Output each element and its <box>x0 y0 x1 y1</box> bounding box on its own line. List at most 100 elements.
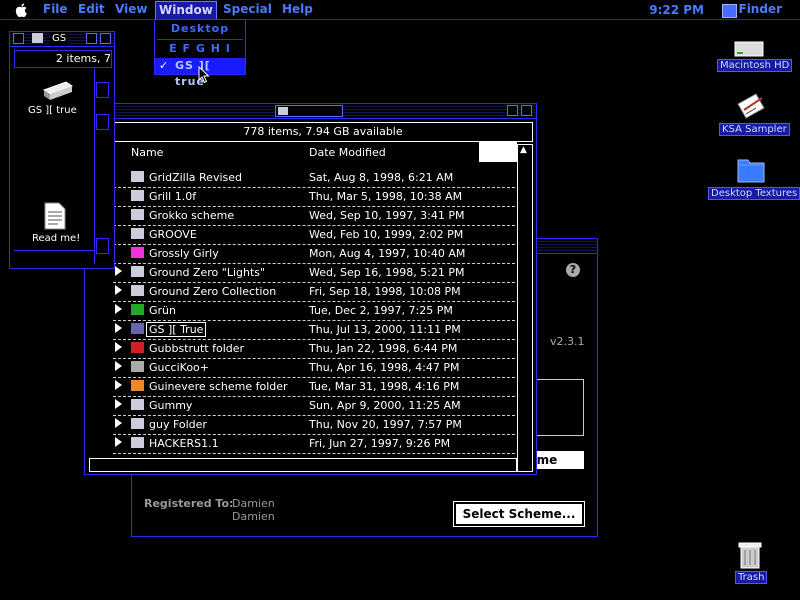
file-name[interactable]: GucciKoo+ <box>149 361 209 374</box>
window-titlebar[interactable]: GS <box>10 32 114 47</box>
help-icon[interactable]: ? <box>566 263 580 277</box>
file-name[interactable]: Guinevere scheme folder <box>149 380 288 393</box>
vertical-scrollbar[interactable]: ▲ <box>517 144 533 472</box>
menu-special[interactable]: Special <box>223 2 272 16</box>
file-list-row[interactable]: Gubbstrutt folder Thu, Jan 22, 1998, 6:44… <box>113 339 515 359</box>
scroll-up-arrow-icon[interactable]: ▲ <box>520 145 527 155</box>
file-list-row[interactable]: Ground Zero Collection Fri, Sep 18, 1998,… <box>113 282 515 302</box>
menu-window[interactable]: Window <box>155 1 217 20</box>
folder-icon[interactable] <box>131 247 144 258</box>
file-list-row[interactable]: Grossly Girly Mon, Aug 4, 1997, 10:40 AM <box>113 244 515 264</box>
file-name[interactable]: Grün <box>149 304 176 317</box>
desktop-icon-desktop-textures[interactable]: Desktop Textures <box>708 187 800 200</box>
desktop-icon-macintosh-hd[interactable]: Macintosh HD <box>717 59 793 72</box>
file-list-row[interactable]: Guinevere scheme folder Tue, Mar 31, 1998… <box>113 377 515 397</box>
file-name[interactable]: Ground Zero Collection <box>149 285 276 298</box>
trash-icon[interactable] <box>735 538 765 570</box>
scroll-thumb[interactable] <box>96 82 109 98</box>
folder-icon[interactable] <box>131 380 144 391</box>
window-titlebar[interactable] <box>85 104 536 119</box>
menu-clock[interactable]: 9:22 PM <box>649 3 704 17</box>
disclosure-triangle-icon[interactable] <box>115 418 122 428</box>
file-list-row[interactable]: GucciKoo+ Thu, Apr 16, 1998, 4:47 PM <box>113 358 515 378</box>
file-list-row[interactable]: Grokko scheme Wed, Sep 10, 1997, 3:41 PM <box>113 206 515 226</box>
close-box[interactable] <box>13 33 24 44</box>
select-scheme-button[interactable]: Select Scheme... <box>453 501 585 527</box>
file-list-row[interactable]: HACKERS1.1 Fri, Jun 27, 1997, 9:26 PM <box>113 434 515 454</box>
disclosure-triangle-icon[interactable] <box>115 285 122 295</box>
application-menu[interactable]: Finder <box>739 2 783 16</box>
horizontal-scrollbar[interactable] <box>14 250 94 265</box>
scroll-up-button[interactable] <box>96 114 109 130</box>
disclosure-triangle-icon[interactable] <box>115 266 122 276</box>
hard-drive-icon[interactable] <box>733 40 765 60</box>
icon-label[interactable]: GS ][ true <box>28 105 77 116</box>
file-name[interactable]: Grokko scheme <box>149 209 234 222</box>
file-list-row[interactable]: Gummy Sun, Apr 9, 2000, 11:25 AM <box>113 396 515 416</box>
file-name[interactable]: HACKERS1.1 <box>149 437 219 450</box>
folder-icon[interactable] <box>131 361 144 372</box>
sort-direction-button[interactable] <box>479 142 517 162</box>
disclosure-triangle-icon[interactable] <box>115 304 122 314</box>
folder-icon[interactable] <box>131 228 144 239</box>
desktop-icon-ksa-sampler[interactable]: KSA Sampler <box>719 123 790 136</box>
file-name[interactable]: GS ][ True <box>145 322 207 337</box>
folder-icon[interactable] <box>736 154 766 184</box>
menu-item-efghi[interactable]: E F G H I <box>155 41 245 57</box>
file-list-row[interactable]: GS ][ True Thu, Jul 13, 2000, 11:11 PM <box>113 320 515 340</box>
file-name[interactable]: GridZilla Revised <box>149 171 242 184</box>
zoom-box[interactable] <box>521 105 532 116</box>
menu-view[interactable]: View <box>115 2 147 16</box>
folder-icon[interactable] <box>131 399 144 410</box>
icon-label[interactable]: Read me! <box>32 233 80 244</box>
menu-help[interactable]: Help <box>282 2 313 16</box>
folder-icon[interactable] <box>131 342 144 353</box>
file-list-row[interactable]: guy Folder Thu, Nov 20, 1997, 7:57 PM <box>113 415 515 435</box>
apple-menu-icon[interactable] <box>14 2 30 18</box>
file-name[interactable]: Gubbstrutt folder <box>149 342 244 355</box>
disclosure-triangle-icon[interactable] <box>115 361 122 371</box>
desktop-icon-trash[interactable]: Trash <box>735 571 768 584</box>
menu-edit[interactable]: Edit <box>78 2 105 16</box>
zoom-box[interactable] <box>86 33 97 44</box>
folder-icon[interactable] <box>131 285 144 296</box>
column-name[interactable]: Name <box>131 146 163 159</box>
document-icon[interactable] <box>44 202 66 230</box>
disclosure-triangle-icon[interactable] <box>115 437 122 447</box>
disclosure-triangle-icon[interactable] <box>115 342 122 352</box>
menu-item-desktop[interactable]: Desktop <box>155 21 245 37</box>
file-name[interactable]: Grossly Girly <box>149 247 219 260</box>
file-name[interactable]: Ground Zero "Lights" <box>149 266 265 279</box>
menu-file[interactable]: File <box>43 2 68 16</box>
file-list-row[interactable]: GROOVE Wed, Feb 10, 1999, 2:02 PM <box>113 225 515 245</box>
file-list-row[interactable]: Ground Zero "Lights" Wed, Sep 16, 1998, 5… <box>113 263 515 283</box>
disclosure-triangle-icon[interactable] <box>115 323 122 333</box>
folder-icon[interactable] <box>131 209 144 220</box>
column-date-modified[interactable]: Date Modified <box>309 146 386 159</box>
folder-icon[interactable] <box>131 190 144 201</box>
file-name[interactable]: Gummy <box>149 399 192 412</box>
vertical-scrollbar[interactable] <box>94 68 109 264</box>
folder-icon[interactable] <box>131 304 144 315</box>
disclosure-triangle-icon[interactable] <box>115 380 122 390</box>
folder-icon[interactable] <box>131 437 144 448</box>
file-list-row[interactable]: GridZilla Revised Sat, Aug 8, 1998, 6:21 … <box>113 168 515 188</box>
folder-icon[interactable] <box>131 171 144 182</box>
file-name[interactable]: guy Folder <box>149 418 207 431</box>
folder-icon[interactable] <box>131 418 144 429</box>
disclosure-triangle-icon[interactable] <box>115 399 122 409</box>
folder-icon[interactable] <box>131 266 144 277</box>
file-name[interactable]: GROOVE <box>149 228 197 241</box>
gs-folder-window[interactable]: GS 2 items, 7 GS ][ true Read me! <box>9 31 115 269</box>
scroll-down-button[interactable] <box>96 238 109 254</box>
horizontal-scrollbar[interactable] <box>89 458 517 472</box>
folder-icon[interactable] <box>131 323 144 334</box>
folder-list-window[interactable]: 778 items, 7.94 GB available Name Date M… <box>84 103 537 475</box>
collapse-box[interactable] <box>507 105 518 116</box>
file-list-row[interactable]: Grill 1.0f Thu, Mar 5, 1998, 10:38 AM <box>113 187 515 207</box>
collapse-box[interactable] <box>100 33 111 44</box>
ksa-sampler-icon[interactable] <box>734 90 768 122</box>
file-name[interactable]: Grill 1.0f <box>149 190 196 203</box>
file-list-row[interactable]: Grün Tue, Dec 2, 1997, 7:25 PM <box>113 301 515 321</box>
drive-icon[interactable] <box>40 80 74 102</box>
